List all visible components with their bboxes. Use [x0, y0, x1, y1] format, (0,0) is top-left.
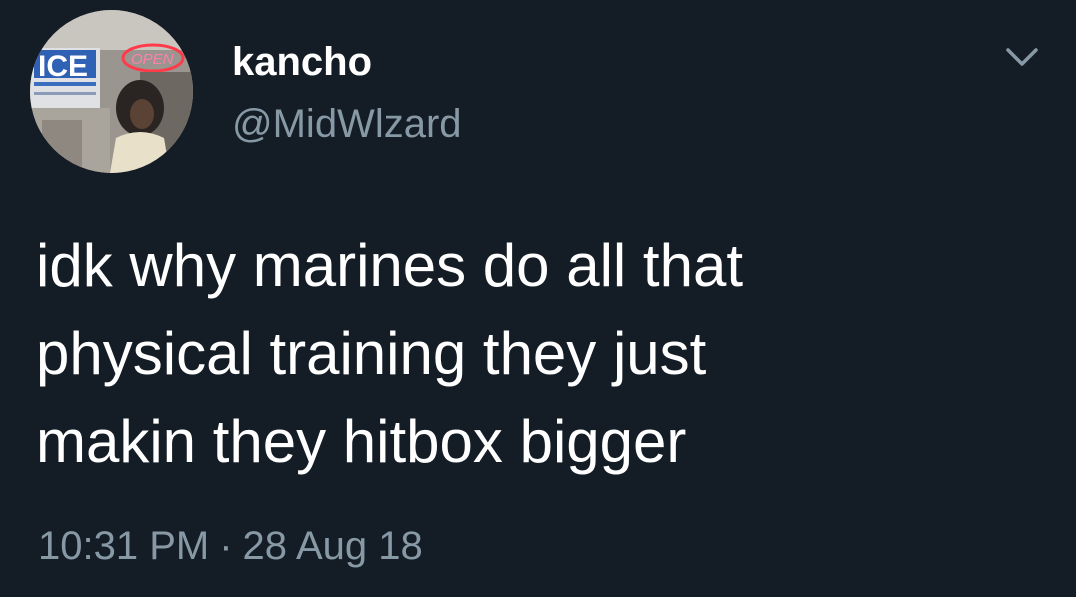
- tweet-date: 28 Aug 18: [242, 524, 423, 568]
- avatar-sign-text: ICE: [38, 50, 88, 83]
- tweet-card: ICE OPEN kancho @MidWlzard idk why marin…: [0, 0, 1076, 597]
- tweet-timestamp[interactable]: 10:31 PM · 28 Aug 18: [38, 520, 423, 572]
- avatar-neon-text: OPEN: [131, 51, 174, 68]
- chevron-down-icon[interactable]: [1000, 38, 1044, 74]
- tweet-text-line: idk why marines do all that: [36, 232, 743, 299]
- display-name[interactable]: kancho: [232, 38, 372, 86]
- tweet-text-line: makin they hitbox bigger: [36, 408, 687, 475]
- tweet-time: 10:31 PM: [38, 524, 210, 568]
- avatar-photo: ICE OPEN: [30, 10, 193, 173]
- tweet-text-line: physical training they just: [36, 320, 707, 387]
- avatar[interactable]: ICE OPEN: [30, 10, 193, 173]
- user-handle[interactable]: @MidWlzard: [232, 100, 462, 148]
- tweet-text: idk why marines do all that physical tra…: [36, 222, 1036, 486]
- meta-separator: ·: [219, 524, 233, 568]
